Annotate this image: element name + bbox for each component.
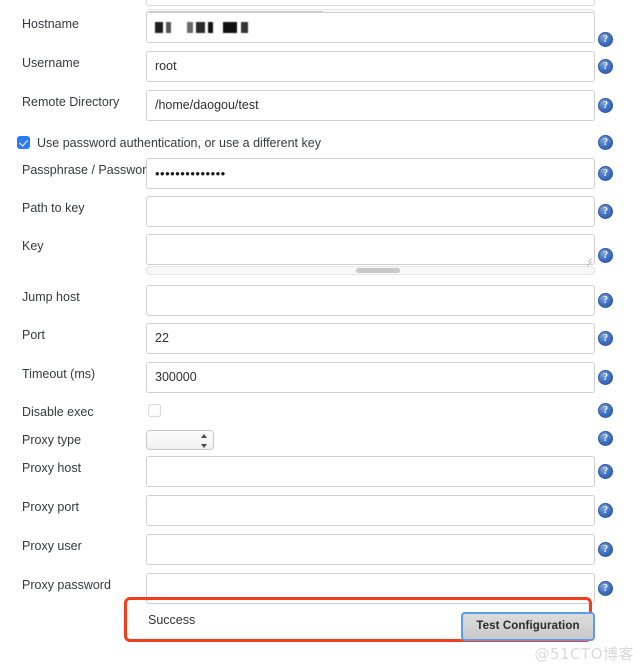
help-icon-proxy-type[interactable]: ? <box>598 431 613 446</box>
remote-directory-input[interactable]: /home/daogou/test <box>146 90 595 121</box>
help-icon-key[interactable]: ? <box>598 248 613 263</box>
help-icon-proxy-host[interactable]: ? <box>598 464 613 479</box>
jump-host-input[interactable] <box>146 285 595 316</box>
proxy-type-select[interactable] <box>146 430 214 450</box>
field-row-jump-host: Jump host ? <box>0 285 640 317</box>
help-icon-disable-exec[interactable]: ? <box>598 403 613 418</box>
password-auth-checkbox[interactable] <box>17 136 30 149</box>
label-port: Port <box>22 327 45 343</box>
help-icon-proxy-user[interactable]: ? <box>598 542 613 557</box>
field-row-remote-directory: Remote Directory /home/daogou/test ? <box>0 90 640 122</box>
field-row-path-to-key: Path to key ? <box>0 196 640 228</box>
field-row-proxy-port: Proxy port ? <box>0 495 640 527</box>
redacted-hostname-value <box>155 22 263 33</box>
field-row-disable-exec: Disable exec ? <box>0 400 640 424</box>
help-icon-path-to-key[interactable]: ? <box>598 204 613 219</box>
label-timeout: Timeout (ms) <box>22 366 95 382</box>
label-username: Username <box>22 55 80 71</box>
timeout-input[interactable]: 300000 <box>146 362 595 393</box>
field-row-proxy-user: Proxy user ? <box>0 534 640 566</box>
ssh-configuration-form: Hostname ? Username root ? Remote Direct… <box>0 0 640 672</box>
field-row-proxy-host: Proxy host ? <box>0 456 640 488</box>
field-row-timeout: Timeout (ms) 300000 ? <box>0 362 640 394</box>
label-disable-exec: Disable exec <box>22 404 94 420</box>
label-proxy-port: Proxy port <box>22 499 79 515</box>
status-text: Success <box>148 613 195 627</box>
help-icon-username[interactable]: ? <box>598 59 613 74</box>
field-row-username: Username root ? <box>0 51 640 83</box>
port-input[interactable]: 22 <box>146 323 595 354</box>
field-row-hostname: Hostname ? <box>0 12 640 44</box>
username-input[interactable]: root <box>146 51 595 82</box>
proxy-port-input[interactable] <box>146 495 595 526</box>
passphrase-input[interactable]: •••••••••••••• <box>146 158 595 189</box>
clipped-field-above <box>146 0 595 6</box>
horizontal-scrollbar-bottom[interactable] <box>146 266 595 275</box>
help-icon-proxy-password[interactable]: ? <box>598 581 613 596</box>
path-to-key-input[interactable] <box>146 196 595 227</box>
field-row-passphrase: Passphrase / Password •••••••••••••• ? <box>0 158 640 190</box>
help-icon-remote-directory[interactable]: ? <box>598 98 613 113</box>
help-icon-jump-host[interactable]: ? <box>598 293 613 308</box>
label-jump-host: Jump host <box>22 289 80 305</box>
test-configuration-button[interactable]: Test Configuration <box>461 612 595 641</box>
help-icon-password-auth[interactable]: ? <box>598 135 613 150</box>
label-proxy-host: Proxy host <box>22 460 81 476</box>
label-hostname: Hostname <box>22 16 79 32</box>
help-icon-passphrase[interactable]: ? <box>598 166 613 181</box>
label-key: Key <box>22 238 44 254</box>
label-passphrase: Passphrase / Password <box>22 162 153 178</box>
watermark: @51CTO博客 <box>534 643 634 664</box>
help-icon-timeout[interactable]: ? <box>598 370 613 385</box>
label-remote-directory: Remote Directory <box>22 94 119 110</box>
label-path-to-key: Path to key <box>22 200 85 216</box>
proxy-host-input[interactable] <box>146 456 595 487</box>
label-proxy-type: Proxy type <box>22 432 81 448</box>
help-icon-port[interactable]: ? <box>598 331 613 346</box>
help-icon-proxy-port[interactable]: ? <box>598 503 613 518</box>
resize-handle-icon[interactable] <box>583 254 592 263</box>
stepper-arrows-icon <box>201 434 208 448</box>
scrollbar-thumb[interactable] <box>356 268 400 273</box>
label-proxy-user: Proxy user <box>22 538 82 554</box>
label-proxy-password: Proxy password <box>22 577 111 593</box>
field-row-port: Port 22 ? <box>0 323 640 355</box>
password-auth-label: Use password authentication, or use a di… <box>37 136 321 150</box>
help-icon-hostname[interactable]: ? <box>598 32 613 47</box>
hostname-input[interactable] <box>146 12 595 43</box>
field-row-proxy-type: Proxy type ? <box>0 428 640 452</box>
proxy-user-input[interactable] <box>146 534 595 565</box>
disable-exec-checkbox[interactable] <box>148 404 161 417</box>
key-textarea[interactable] <box>146 234 595 265</box>
